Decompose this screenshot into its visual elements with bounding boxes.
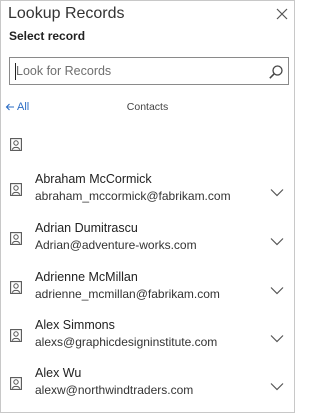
- search-input[interactable]: [16, 61, 256, 81]
- record-name: Adrienne McMillan: [35, 270, 138, 284]
- record-name: Abraham McCormick: [35, 172, 152, 186]
- record-email: alexs@graphicdesigninstitute.com: [35, 335, 218, 349]
- record-email: adrienne_mcmillan@fabrikam.com: [35, 287, 220, 301]
- contact-card-icon: [10, 138, 22, 151]
- close-icon[interactable]: [276, 7, 288, 20]
- navigation-bar: All Contacts: [1, 99, 294, 117]
- contact-card-icon: [10, 281, 22, 294]
- search-icon[interactable]: [268, 64, 284, 80]
- chevron-down-icon[interactable]: [270, 378, 284, 391]
- record-email: Adrian@adventure-works.com: [35, 238, 197, 252]
- record-name: Alex Wu: [35, 366, 82, 380]
- list-item[interactable]: Adrian Dumitrascu Adrian@adventure-works…: [1, 215, 294, 261]
- contact-card-icon: [10, 329, 22, 342]
- record-name: Alex Simmons: [35, 318, 115, 332]
- dialog-subtitle: Select record: [9, 29, 86, 43]
- record-email: alexw@northwindtraders.com: [35, 383, 194, 397]
- list-item[interactable]: Adrienne McMillan adrienne_mcmillan@fabr…: [1, 264, 294, 310]
- record-email: abraham_mccormick@fabrikam.com: [35, 189, 231, 203]
- dialog-title: Lookup Records: [8, 5, 125, 22]
- section-label: Contacts: [126, 101, 169, 113]
- chevron-down-icon[interactable]: [270, 330, 284, 343]
- list-item[interactable]: Abraham McCormick abraham_mccormick@fabr…: [1, 166, 294, 212]
- contact-card-icon: [10, 377, 22, 390]
- list-item[interactable]: Alex Simmons alexs@graphicdesigninstitut…: [1, 312, 294, 358]
- chevron-down-icon[interactable]: [270, 282, 284, 295]
- blank-record-row[interactable]: [1, 133, 294, 155]
- contact-card-icon: [10, 232, 22, 245]
- record-name: Adrian Dumitrascu: [35, 221, 138, 235]
- chevron-down-icon[interactable]: [270, 184, 284, 197]
- lookup-records-panel: Lookup Records Select record All Contact…: [0, 0, 295, 413]
- chevron-down-icon[interactable]: [270, 233, 284, 246]
- list-item[interactable]: Alex Wu alexw@northwindtraders.com: [1, 360, 294, 406]
- contact-card-icon: [10, 183, 22, 196]
- search-box[interactable]: [9, 57, 289, 85]
